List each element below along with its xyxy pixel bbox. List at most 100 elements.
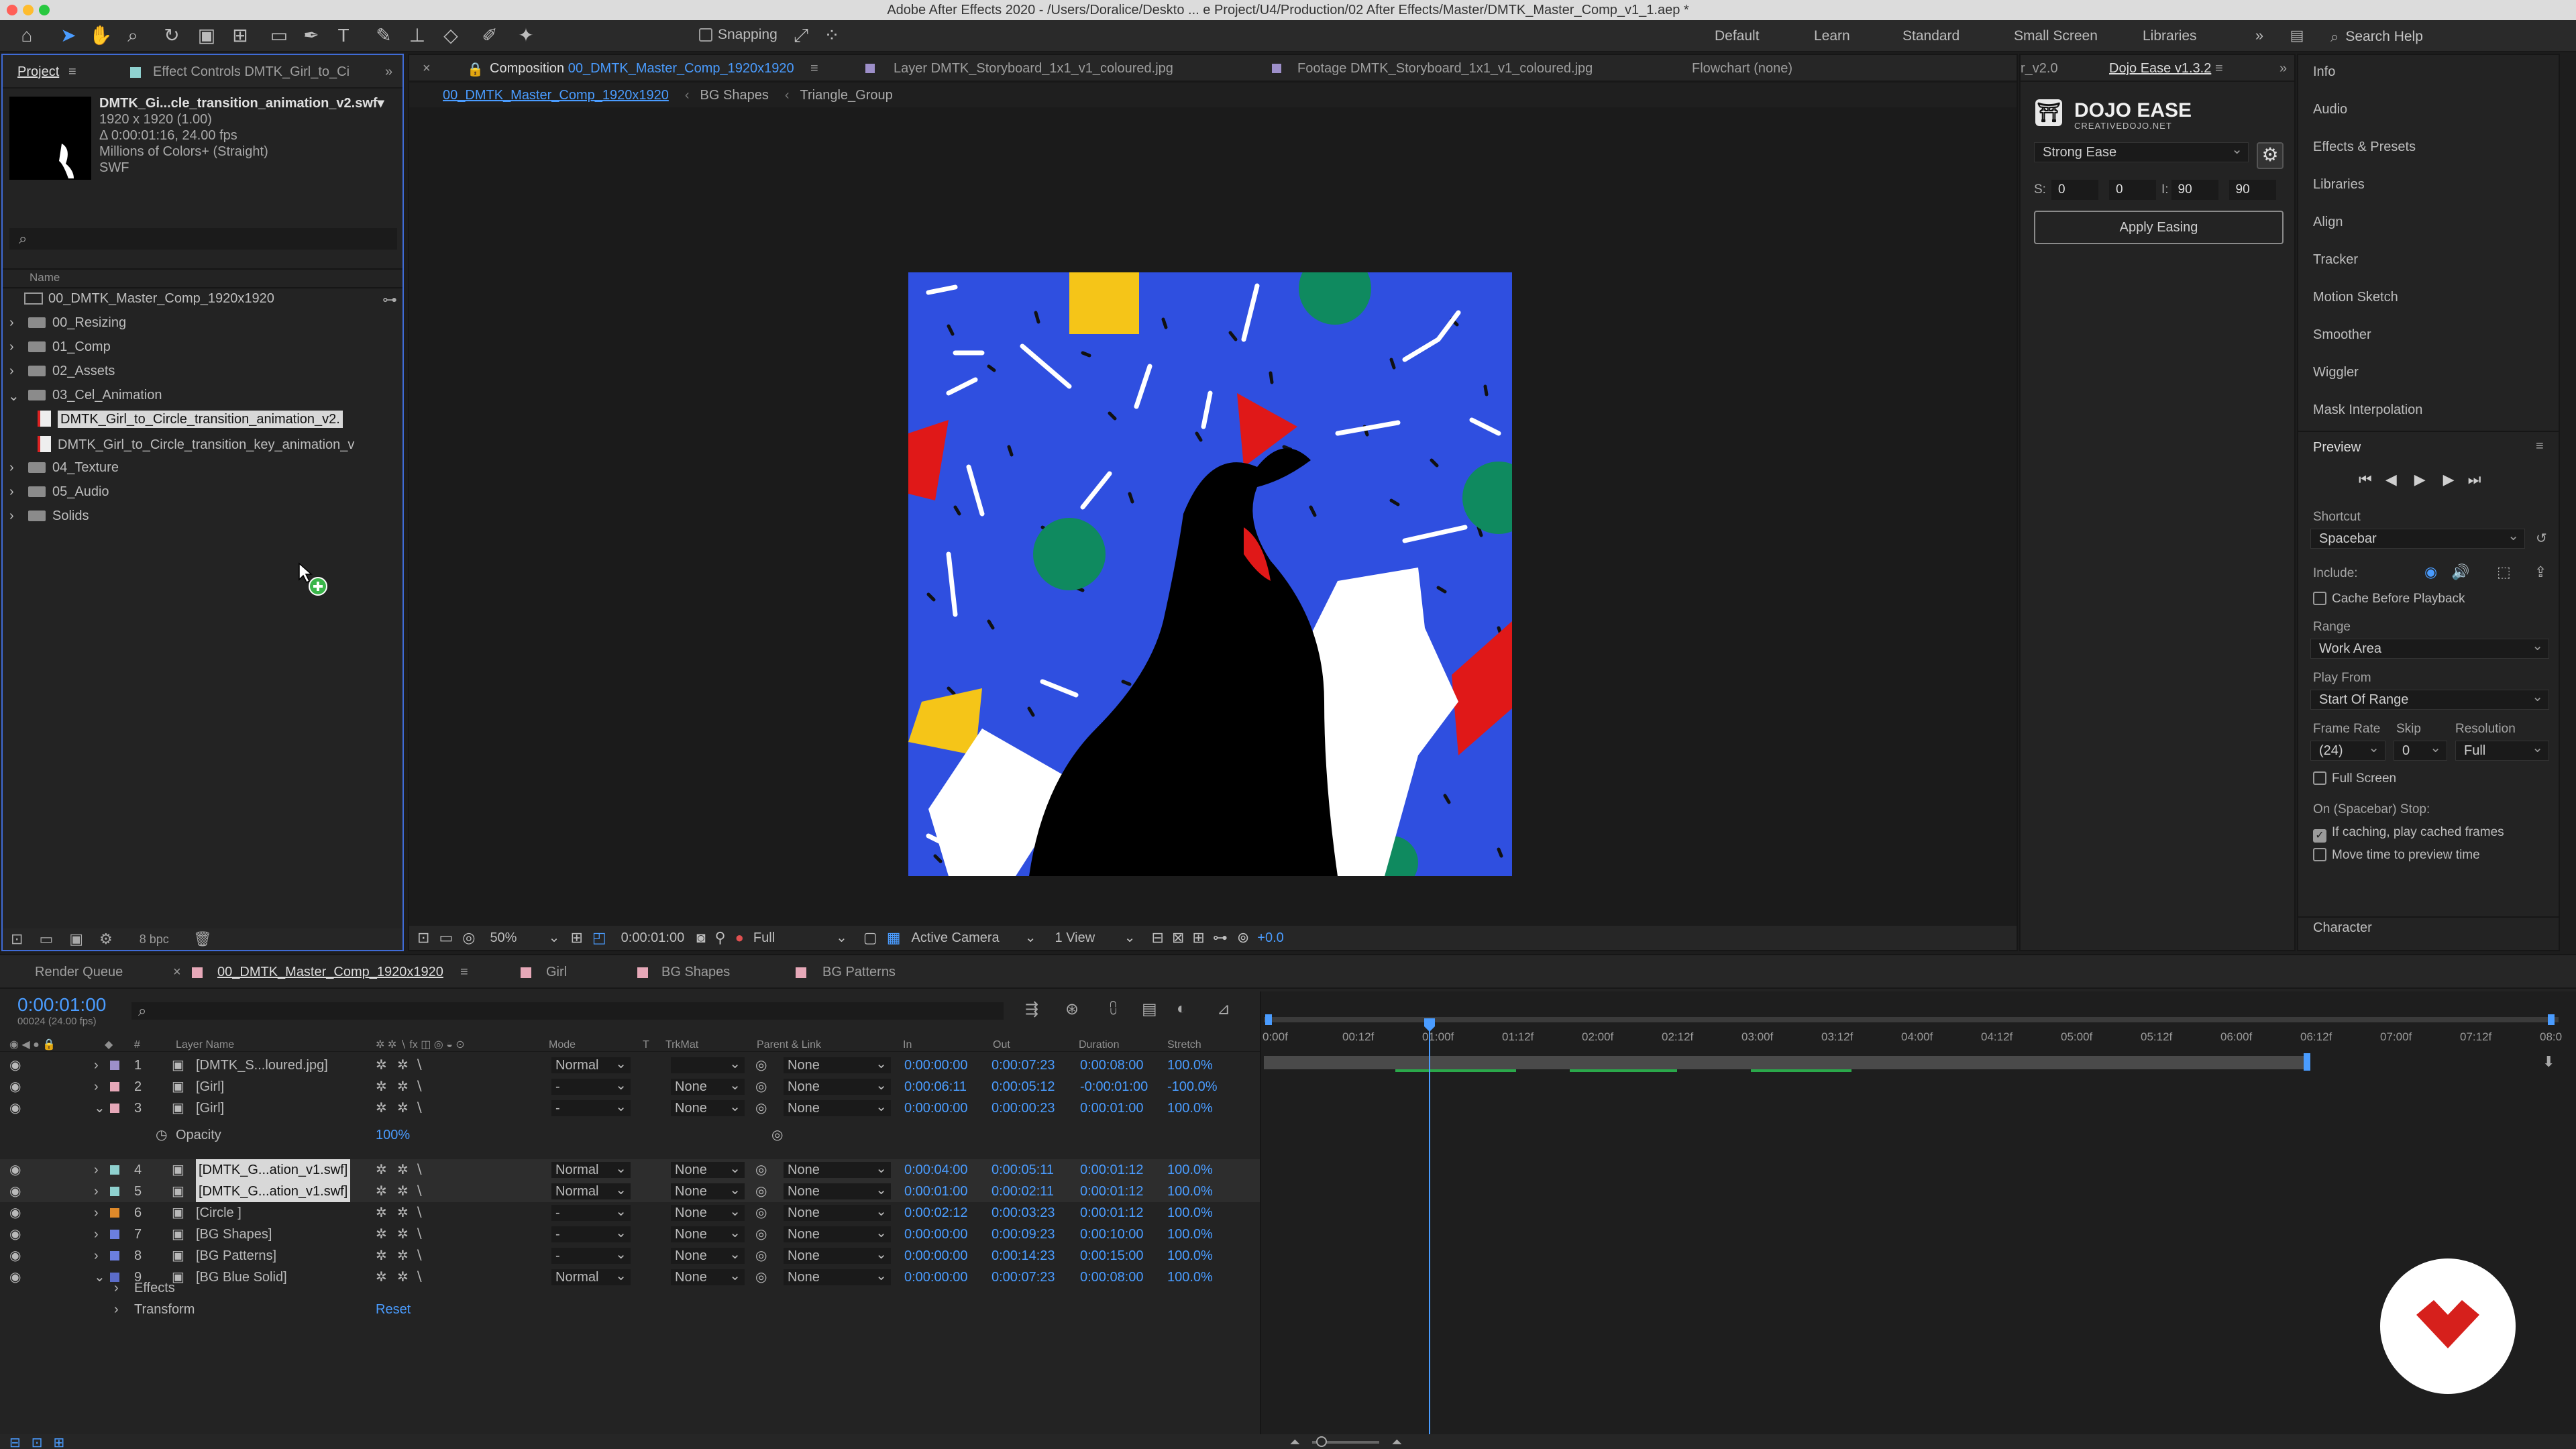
layer-search-input[interactable]: ⌕ — [131, 1002, 1004, 1020]
include-overlays-icon[interactable]: ⬚ — [2497, 564, 2511, 581]
layer-name[interactable]: [Girl] — [196, 1076, 224, 1097]
layer-name[interactable]: [DMTK_G...ation_v1.swf] — [196, 1159, 351, 1181]
work-area-start-handle[interactable] — [1265, 1014, 1272, 1025]
always-preview-icon[interactable]: ⊡ — [417, 929, 429, 947]
fast-previews-icon[interactable]: ⊠ — [1172, 929, 1184, 947]
visibility-eye-icon[interactable]: ◉ — [9, 1076, 21, 1097]
tab-flowchart[interactable]: Flowchart (none) — [1692, 61, 1792, 76]
graph-editor-icon[interactable]: ⊿ — [1217, 1000, 1230, 1019]
roto-brush-tool-icon[interactable]: ✐ — [478, 25, 502, 46]
project-item-folder-texture[interactable]: › 04_Texture — [9, 460, 119, 476]
shy-switch-icon[interactable]: ✲ — [376, 1181, 387, 1202]
safe-zones-icon[interactable]: ◰ — [592, 929, 606, 947]
layer-label-color[interactable] — [110, 1061, 119, 1070]
layer-switches-toggle-icon[interactable]: ⊟ — [9, 1434, 21, 1449]
skip-dropdown[interactable]: 0 — [2394, 739, 2447, 761]
layer-row[interactable]: ◉ ⌄ 3 ▣ [Girl] ✲ ✲ ∖ - ⌄ None ⌄ ◎ None ⌄ 0:00:00:00 0:00… — [0, 1097, 1260, 1119]
parent-dropdown[interactable]: None ⌄ — [784, 1057, 891, 1073]
layer-row[interactable]: ◉ › 4 ▣ [DMTK_G...ation_v1.swf] ✲ ✲ ∖ Normal ⌄ Non… — [0, 1159, 1260, 1181]
column-header-duration[interactable]: Duration — [1079, 1038, 1119, 1052]
layer-in-time[interactable]: 0:00:00:00 — [904, 1245, 968, 1267]
show-snapshot-icon[interactable]: ⚲ — [715, 929, 726, 947]
preview-panel-title[interactable]: Preview — [2313, 440, 2361, 455]
shortcut-dropdown[interactable]: Spacebar — [2310, 527, 2525, 549]
current-time-indicator[interactable] — [1429, 1025, 1430, 1434]
s-value-1-input[interactable]: 0 — [2051, 180, 2098, 200]
adjust-settings-icon[interactable]: ⚙ — [99, 930, 113, 948]
chevron-down-icon[interactable]: ⌄ — [8, 388, 19, 405]
project-item-folder-solids[interactable]: › Solids — [9, 508, 89, 524]
layer-row[interactable]: ◉ › 8 ▣ [BG Patterns] ✲ ✲ ∖ - ⌄ None ⌄ ◎ None ⌄ 0:00:00… — [0, 1245, 1260, 1267]
pick-whip-icon[interactable]: ◎ — [755, 1055, 767, 1076]
layer-in-time[interactable]: 0:00:06:11 — [904, 1076, 967, 1097]
quality-switch-icon[interactable]: ∖ — [415, 1159, 423, 1181]
pan-behind-tool-icon[interactable]: ⊞ — [228, 25, 252, 46]
if-caching-checkbox-checked[interactable]: ✓ — [2313, 829, 2326, 843]
composition-viewer-canvas[interactable] — [908, 252, 1535, 890]
brush-tool-icon[interactable]: ✎ — [372, 25, 396, 46]
first-frame-icon[interactable]: ⏮ — [2359, 471, 2372, 488]
layer-in-time[interactable]: 0:00:02:12 — [904, 1202, 968, 1224]
visibility-eye-icon[interactable]: ◉ — [9, 1224, 21, 1245]
flowchart-icon[interactable]: ⊶ — [1213, 929, 1228, 947]
timeline-zoom-slider[interactable] — [1312, 1436, 1380, 1447]
effects-property-row[interactable]: › Effects — [0, 1277, 1260, 1299]
chevron-right-icon[interactable]: ⌄ — [94, 1097, 105, 1119]
layer-stretch[interactable]: 100.0% — [1167, 1159, 1213, 1181]
shy-switch-icon[interactable]: ✲ — [376, 1224, 387, 1245]
layer-stretch[interactable]: 100.0% — [1167, 1202, 1213, 1224]
view-layout-dropdown[interactable]: 1 View ⌄ — [1055, 930, 1142, 946]
chevron-right-icon[interactable]: › — [9, 315, 14, 331]
snapping-checkbox[interactable] — [699, 28, 712, 42]
layer-label-color[interactable] — [110, 1104, 119, 1113]
layer-out-time[interactable]: 0:00:00:23 — [991, 1097, 1055, 1119]
hand-tool-icon[interactable]: ✋ — [89, 25, 113, 46]
snapping-toggle[interactable]: Snapping — [699, 27, 777, 43]
blend-mode-dropdown[interactable]: - ⌄ — [551, 1247, 631, 1264]
i-value-2-input[interactable]: 90 — [2229, 180, 2276, 200]
project-panel-menu-icon[interactable]: ≡ — [68, 64, 76, 80]
workspace-default[interactable]: Default — [1715, 28, 1760, 44]
panel-info[interactable]: Info — [2313, 64, 2335, 80]
panel-motion-sketch[interactable]: Motion Sketch — [2313, 290, 2398, 305]
panel-character[interactable]: Character — [2313, 920, 2372, 936]
layer-stretch[interactable]: 100.0% — [1167, 1097, 1213, 1119]
track-matte-dropdown[interactable]: None ⌄ — [671, 1161, 745, 1178]
pick-whip-icon[interactable]: ◎ — [755, 1181, 767, 1202]
layer-stretch[interactable]: 100.0% — [1167, 1224, 1213, 1245]
layer-out-time[interactable]: 0:00:03:23 — [991, 1202, 1055, 1224]
full-screen-checkbox[interactable] — [2313, 771, 2326, 785]
chevron-right-icon[interactable]: › — [9, 364, 14, 379]
cache-before-playback[interactable]: Cache Before Playback — [2313, 592, 2465, 606]
toggle-pixel-aspect-icon[interactable]: ⊟ — [1152, 929, 1164, 947]
motion-blur-icon[interactable]: ◐ — [1177, 1000, 1187, 1018]
home-icon[interactable]: ⌂ — [15, 25, 39, 46]
layer-out-time[interactable]: 0:00:05:12 — [991, 1076, 1055, 1097]
tab-layer[interactable]: Layer DMTK_Storyboard_1x1_v1_coloured.jp… — [894, 61, 1173, 76]
panel-wiggler[interactable]: Wiggler — [2313, 365, 2359, 380]
layer-out-time[interactable]: 0:00:09:23 — [991, 1224, 1055, 1245]
play-from-dropdown[interactable]: Start Of Range — [2310, 688, 2549, 710]
blend-mode-dropdown[interactable]: - ⌄ — [551, 1226, 631, 1242]
layer-row[interactable]: ◉ › 1 ▣ [DMTK_S...loured.jpg] ✲ ✲ ∖ Normal ⌄ ⌄ ◎ Non… — [0, 1055, 1260, 1076]
layer-duration[interactable]: 0:00:01:00 — [1080, 1097, 1144, 1119]
chevron-right-icon[interactable]: › — [94, 1181, 99, 1202]
breadcrumb-master-comp[interactable]: 00_DMTK_Master_Comp_1920x1920 — [443, 88, 669, 103]
visibility-eye-icon[interactable]: ◉ — [9, 1055, 21, 1076]
tab-render-queue[interactable]: Render Queue — [35, 965, 123, 980]
track-matte-dropdown[interactable]: None ⌄ — [671, 1247, 745, 1264]
zoom-out-icon[interactable]: ⏶ — [1289, 1435, 1300, 1449]
column-header-parent[interactable]: Parent & Link — [757, 1038, 821, 1052]
quality-switch-icon[interactable]: ∖ — [415, 1097, 423, 1119]
pen-tool-icon[interactable]: ✒ — [299, 25, 323, 46]
workspace-menu-icon[interactable]: ▤ — [2285, 25, 2309, 46]
panel-overflow-icon[interactable]: » — [2279, 61, 2287, 76]
panel-effects-presets[interactable]: Effects & Presets — [2313, 140, 2416, 155]
eraser-tool-icon[interactable]: ◇ — [439, 25, 463, 46]
transfer-controls-toggle-icon[interactable]: ⊡ — [32, 1434, 43, 1449]
parent-dropdown[interactable]: None ⌄ — [784, 1204, 891, 1221]
workspace-standard[interactable]: Standard — [1902, 28, 1960, 44]
layer-in-time[interactable]: 0:00:00:00 — [904, 1097, 968, 1119]
flowchart-icon[interactable]: ⊶ — [382, 291, 397, 309]
chevron-right-icon[interactable]: › — [9, 484, 14, 500]
